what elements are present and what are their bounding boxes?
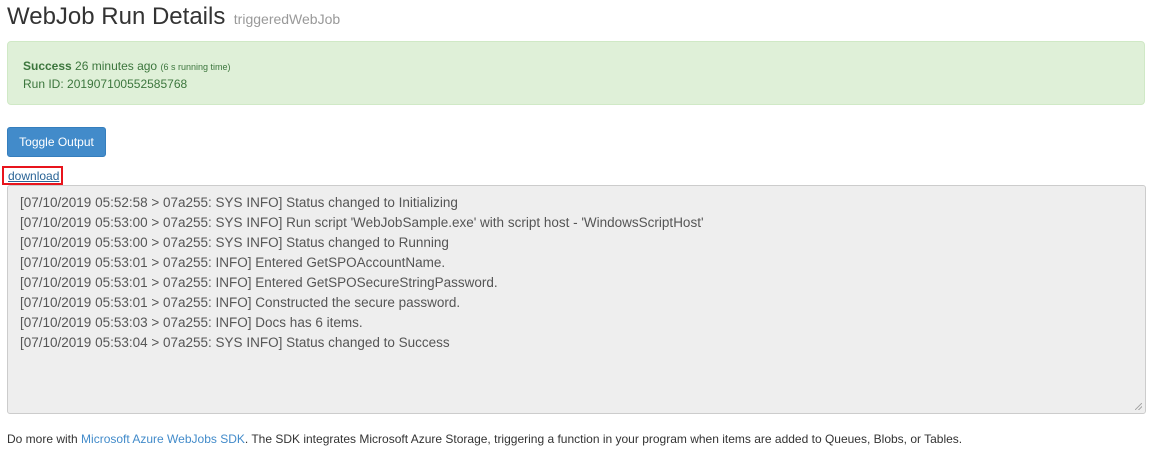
toggle-output-button[interactable]: Toggle Output — [7, 127, 106, 157]
run-id-label: Run ID: — [23, 77, 64, 91]
page-title: WebJob Run Details — [7, 3, 226, 30]
log-line: [07/10/2019 05:53:01 > 07a255: INFO] Ent… — [20, 275, 498, 290]
log-line: [07/10/2019 05:53:00 > 07a255: SYS INFO]… — [20, 215, 704, 230]
footer-prefix: Do more with — [7, 432, 82, 446]
log-line: [07/10/2019 05:53:00 > 07a255: SYS INFO]… — [20, 235, 449, 250]
status-running-time: (6 s running time) — [160, 62, 231, 72]
log-line: [07/10/2019 05:52:58 > 07a255: SYS INFO]… — [20, 195, 458, 210]
log-lines: [07/10/2019 05:52:58 > 07a255: SYS INFO]… — [20, 193, 1133, 353]
download-highlight-box: download — [2, 166, 63, 185]
log-line: [07/10/2019 05:53:04 > 07a255: SYS INFO]… — [20, 335, 450, 350]
log-line: [07/10/2019 05:53:01 > 07a255: INFO] Ent… — [20, 255, 446, 270]
log-line: [07/10/2019 05:53:01 > 07a255: INFO] Con… — [20, 295, 461, 310]
status-line: Success 26 minutes ago (6 s running time… — [23, 58, 1129, 76]
log-line: [07/10/2019 05:53:03 > 07a255: INFO] Doc… — [20, 315, 363, 330]
output-log[interactable]: [07/10/2019 05:52:58 > 07a255: SYS INFO]… — [7, 185, 1146, 414]
page-subtitle: triggeredWebJob — [233, 11, 341, 27]
status-badge: Success — [23, 59, 72, 73]
resize-grip-icon[interactable] — [1135, 403, 1142, 410]
status-ago: 26 minutes ago — [75, 59, 158, 73]
footer-note: Do more with Microsoft Azure WebJobs SDK… — [7, 432, 962, 446]
footer-suffix: . The SDK integrates Microsoft Azure Sto… — [244, 432, 963, 446]
download-link[interactable]: download — [8, 169, 59, 183]
run-id-value: 201907100552585768 — [67, 77, 188, 91]
webjobs-sdk-link[interactable]: Microsoft Azure WebJobs SDK — [81, 432, 245, 446]
run-id-line: Run ID: 201907100552585768 — [23, 76, 1129, 93]
status-alert: Success 26 minutes ago (6 s running time… — [7, 41, 1145, 105]
page-header: WebJob Run Details triggeredWebJob — [7, 3, 340, 31]
webjob-run-details-page: WebJob Run Details triggeredWebJob Succe… — [0, 0, 1155, 452]
